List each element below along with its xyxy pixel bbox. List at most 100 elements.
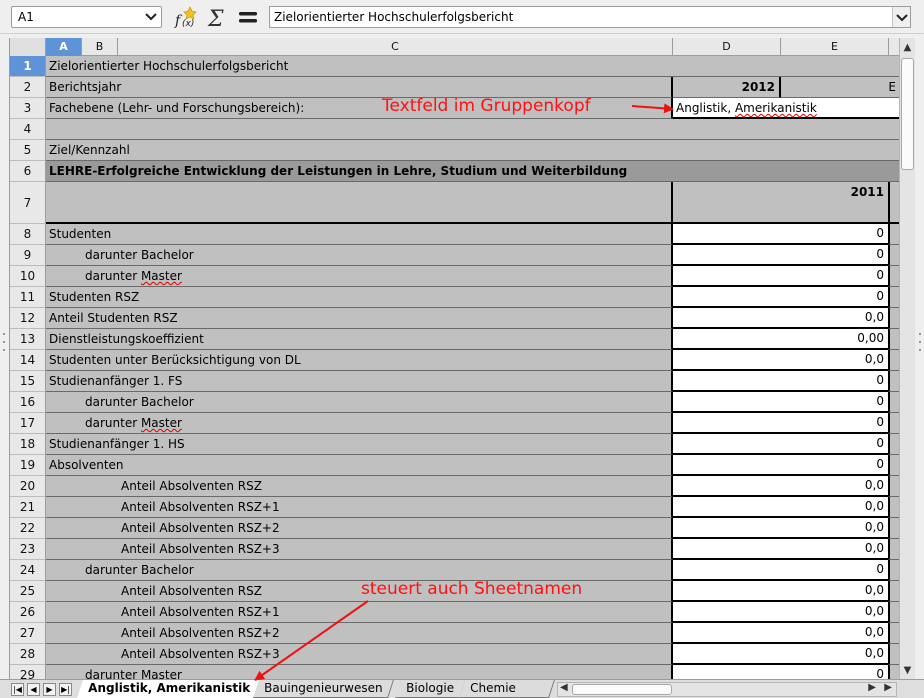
cell-label[interactable]: darunter Master (46, 665, 673, 679)
column-header-d[interactable]: D (673, 38, 781, 56)
cell-value[interactable]: 0,0 (673, 581, 888, 602)
row-header[interactable]: 9 (10, 245, 46, 266)
row-header[interactable]: 3 (10, 98, 46, 119)
cell-value[interactable]: 0,0 (673, 602, 888, 623)
equals-icon[interactable] (234, 4, 264, 30)
cell-year-header[interactable]: 2011 (673, 182, 888, 224)
cell-value[interactable]: 0 (673, 287, 888, 308)
cell-value[interactable]: 0,0 (673, 497, 888, 518)
next-sheet-icon[interactable]: ▶ (43, 683, 56, 696)
cell-label[interactable]: Studienanfänger 1. FS (46, 371, 673, 392)
tab-bauingenieurwesen[interactable]: Bauingenieurwesen (253, 680, 395, 698)
column-header-a[interactable]: A (46, 38, 82, 56)
cell-label[interactable]: darunter Master (46, 266, 673, 287)
cell-label[interactable]: Anteil Absolventen RSZ+1 (46, 602, 673, 623)
section-heading[interactable]: LEHRE-Erfolgreiche Entwicklung der Leist… (46, 161, 899, 182)
cell-label[interactable]: Studenten unter Berücksichtigung von DL (46, 350, 673, 371)
cell-value[interactable]: 0,0 (673, 623, 888, 644)
drag-handle-icon[interactable] (918, 330, 922, 354)
cell-label[interactable]: darunter Bachelor (46, 245, 673, 266)
vertical-scrollbar[interactable]: ▲ ▼ (899, 38, 915, 679)
cell-label[interactable]: Ziel/Kennzahl (46, 140, 899, 161)
column-header-b[interactable]: B (82, 38, 118, 56)
last-sheet-icon[interactable]: ▶| (59, 683, 72, 696)
cell-value[interactable]: 0 (673, 455, 888, 476)
column-header-c[interactable]: C (118, 38, 673, 56)
cell-value[interactable]: 0 (673, 665, 888, 679)
fachebene-textfield[interactable]: Anglistik, Amerikanistik (673, 98, 899, 119)
row-header[interactable]: 2 (10, 77, 46, 98)
cell-label[interactable]: Anteil Absolventen RSZ (46, 476, 673, 497)
cell-value[interactable]: 0,0 (673, 518, 888, 539)
tab-anglistik[interactable]: Anglistik, Amerikanistik (77, 680, 262, 698)
cell-title[interactable]: Zielorientierter Hochschulerfolgsbericht (46, 56, 899, 77)
cell-label[interactable]: Absolventen (46, 455, 673, 476)
cell-label[interactable]: Studenten RSZ (46, 287, 673, 308)
name-box[interactable]: A1 (11, 6, 162, 28)
cell-value[interactable]: 0,0 (673, 539, 888, 560)
row-header[interactable]: 5 (10, 140, 46, 161)
tab-biologie[interactable]: Biologie (395, 680, 466, 698)
cell-value[interactable]: 0 (673, 413, 888, 434)
cell-value[interactable]: 0 (673, 434, 888, 455)
row-header[interactable]: 16 (10, 392, 46, 413)
cell-empty[interactable] (46, 119, 899, 140)
tab-empty[interactable] (519, 680, 555, 698)
cell-value[interactable]: 0 (673, 371, 888, 392)
scroll-down-icon[interactable]: ▼ (900, 663, 915, 679)
cell-label[interactable]: Anteil Absolventen RSZ+2 (46, 518, 673, 539)
row-header[interactable]: 6 (10, 161, 46, 182)
prev-sheet-icon[interactable]: ◀ (27, 683, 40, 696)
cell-value[interactable]: 0,0 (673, 644, 888, 665)
select-all-corner[interactable] (10, 38, 46, 56)
scroll-up-icon[interactable]: ▲ (900, 40, 915, 56)
drag-handle-icon[interactable] (2, 330, 6, 354)
cell-value[interactable]: 0 (673, 560, 888, 581)
row-header[interactable]: 20 (10, 476, 46, 497)
cell-label[interactable]: Dienstleistungskoeffizient (46, 329, 673, 350)
row-header[interactable]: 23 (10, 539, 46, 560)
scroll-thumb[interactable] (901, 58, 914, 170)
cell-value[interactable]: 0 (673, 392, 888, 413)
row-header[interactable]: 29 (10, 665, 46, 679)
cell-label[interactable]: Anteil Absolventen RSZ+2 (46, 623, 673, 644)
row-header[interactable]: 21 (10, 497, 46, 518)
row-header[interactable]: 17 (10, 413, 46, 434)
row-header[interactable]: 25 (10, 581, 46, 602)
row-header[interactable]: 11 (10, 287, 46, 308)
cell-value[interactable]: 0,0 (673, 476, 888, 497)
row-header[interactable]: 10 (10, 266, 46, 287)
cell-label[interactable]: Anteil Absolventen RSZ+1 (46, 497, 673, 518)
row-header[interactable]: 1 (10, 56, 46, 77)
sum-icon[interactable]: Σ (203, 4, 233, 32)
row-header[interactable]: 12 (10, 308, 46, 329)
row-header[interactable]: 7 (10, 182, 46, 224)
cell-berichtsjahr-value[interactable]: 2012 (673, 77, 781, 98)
column-header-e[interactable]: E (781, 38, 889, 56)
first-sheet-icon[interactable]: |◀ (11, 683, 24, 696)
expand-formula-button[interactable] (892, 7, 910, 27)
row-header[interactable]: 24 (10, 560, 46, 581)
function-wizard-icon[interactable]: f (x) (172, 4, 202, 30)
cell-value[interactable]: 0 (673, 224, 888, 245)
row-header[interactable]: 27 (10, 623, 46, 644)
scroll-right-icon[interactable]: ▶ (884, 682, 892, 693)
cell-label[interactable]: Studienanfänger 1. HS (46, 434, 673, 455)
row-header[interactable]: 22 (10, 518, 46, 539)
cell-value[interactable]: 0,00 (673, 329, 888, 350)
row-header[interactable]: 8 (10, 224, 46, 245)
cell-label[interactable]: darunter Bachelor (46, 392, 673, 413)
cell-value[interactable]: 0,0 (673, 308, 888, 329)
cell-value[interactable]: 0 (673, 245, 888, 266)
scroll-right-icon[interactable]: ▶ (868, 682, 876, 693)
row-header[interactable]: 4 (10, 119, 46, 140)
cell-label[interactable]: Anteil Studenten RSZ (46, 308, 673, 329)
cell-label[interactable]: Anteil Absolventen RSZ+3 (46, 539, 673, 560)
cell-value[interactable]: 0 (673, 266, 888, 287)
horizontal-scrollbar[interactable]: ◀ ▶ ▶ (557, 682, 897, 697)
row-header[interactable]: 19 (10, 455, 46, 476)
cell-label[interactable]: darunter Bachelor (46, 560, 673, 581)
cell-value[interactable]: 0,0 (673, 350, 888, 371)
formula-input[interactable]: Zielorientierter Hochschulerfolgsbericht (269, 6, 911, 28)
cell-label[interactable]: Berichtsjahr (46, 77, 673, 98)
